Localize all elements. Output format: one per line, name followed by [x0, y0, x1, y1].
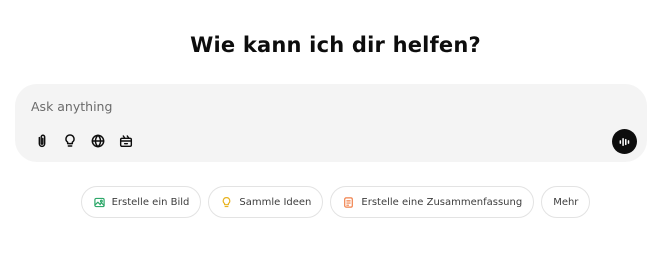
paperclip-icon[interactable] — [31, 130, 53, 152]
suggestion-brainstorm[interactable]: Sammle Ideen — [208, 186, 324, 218]
canvas-icon[interactable] — [115, 130, 137, 152]
suggestion-label: Mehr — [553, 196, 579, 208]
composer — [15, 84, 647, 162]
image-icon — [93, 197, 105, 207]
document-icon — [344, 196, 354, 208]
voice-mode-button[interactable] — [612, 129, 637, 154]
lightbulb-icon — [223, 196, 231, 207]
page-title: Wie kann ich dir helfen? — [190, 33, 481, 57]
prompt-input[interactable] — [31, 96, 551, 116]
globe-icon[interactable] — [87, 130, 109, 152]
suggestion-label: Erstelle ein Bild — [111, 196, 190, 208]
suggestion-label: Erstelle eine Zusammenfassung — [361, 196, 523, 208]
composer-toolbar — [31, 130, 137, 152]
suggestion-create-image[interactable]: Erstelle ein Bild — [80, 186, 202, 218]
suggestion-more[interactable]: Mehr — [541, 186, 591, 218]
chat-home: Wie kann ich dir helfen? Ask anything Er… — [0, 0, 671, 270]
suggestion-chips: Erstelle ein Bild Sammle Ideen Erstelle … — [0, 186, 671, 218]
suggestion-summarize[interactable]: Erstelle eine Zusammenfassung — [330, 186, 535, 218]
suggestion-label: Sammle Ideen — [239, 196, 312, 208]
voice-mode-icon — [619, 137, 629, 146]
lightbulb-icon[interactable] — [59, 130, 81, 152]
